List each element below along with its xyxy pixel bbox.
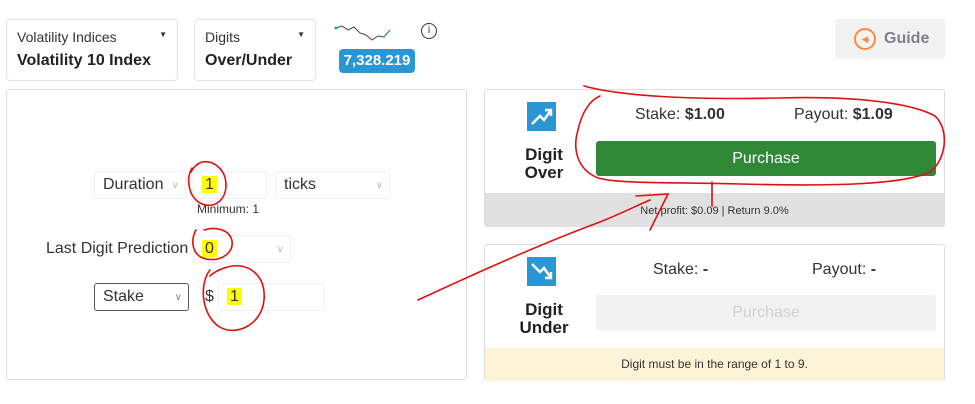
annotation-circle-prediction [192, 227, 233, 261]
annotation-circle-purchase-area [574, 85, 946, 186]
annotation-arrow-line [417, 199, 651, 301]
annotation-overlay [187, 85, 946, 332]
annotation-circle-duration [187, 160, 227, 207]
annotation-arrowhead [635, 193, 670, 231]
annotation-circle-stake [202, 265, 265, 332]
